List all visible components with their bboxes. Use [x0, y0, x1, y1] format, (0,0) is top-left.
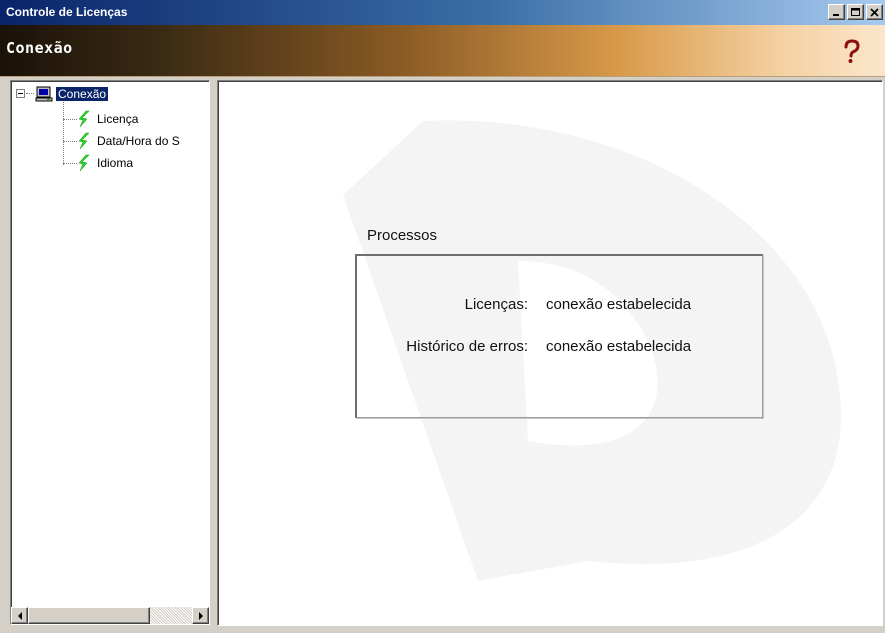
scrollbar-thumb[interactable]: [28, 607, 150, 624]
tree-collapse-toggle[interactable]: [16, 89, 25, 98]
computer-icon: [35, 86, 53, 102]
panel-splitter[interactable]: [210, 80, 217, 625]
process-row: Histórico de erros: conexão estabelecida: [357, 338, 763, 360]
maximize-icon: [851, 7, 860, 16]
process-label: Histórico de erros:: [406, 338, 528, 355]
navigation-tree: Conexão Licença Data/Hora do S Idioma: [11, 81, 209, 596]
tree-item-licenca[interactable]: Licença: [77, 109, 138, 129]
lightning-icon: [78, 132, 90, 150]
tree-connector: [63, 119, 77, 120]
tree-item-conexao[interactable]: Conexão: [35, 84, 110, 104]
help-question-icon[interactable]: [841, 39, 861, 65]
navigation-tree-panel: Conexão Licença Data/Hora do S Idioma: [10, 80, 210, 625]
processes-title: Processos: [367, 227, 438, 244]
minimize-icon: [833, 13, 839, 16]
section-title: Conexão: [6, 39, 73, 57]
process-row: Licenças: conexão estabelecida: [357, 296, 763, 318]
close-icon: [870, 7, 879, 17]
tree-connector: [26, 93, 34, 94]
section-header: Conexão: [0, 25, 885, 77]
tree-item-label: Licença: [97, 112, 139, 126]
tree-horizontal-scrollbar[interactable]: [11, 607, 209, 624]
lightning-icon: [78, 110, 90, 128]
maximize-button[interactable]: [847, 4, 864, 20]
tree-item-data-hora[interactable]: Data/Hora do S: [77, 131, 180, 151]
window-title: Controle de Licenças: [6, 4, 128, 19]
tree-item-label: Data/Hora do S: [97, 134, 180, 148]
tree-connector: [63, 163, 77, 164]
scroll-left-button[interactable]: [11, 607, 28, 624]
process-status: conexão estabelecida: [546, 296, 692, 313]
tree-item-label: Conexão: [54, 86, 110, 102]
tree-connector: [63, 141, 77, 142]
arrow-left-icon: [17, 611, 22, 620]
content-panel: Processos Licenças: conexão estabelecida…: [217, 80, 883, 626]
processes-groupbox: Licenças: conexão estabelecida Histórico…: [355, 254, 763, 418]
window-titlebar[interactable]: Controle de Licenças: [0, 0, 885, 25]
close-button[interactable]: [866, 4, 883, 20]
tree-item-idioma[interactable]: Idioma: [77, 153, 133, 173]
arrow-right-icon: [198, 611, 203, 620]
tree-connector: [63, 99, 64, 165]
process-status: conexão estabelecida: [546, 338, 692, 355]
tree-item-label: Idioma: [97, 156, 134, 170]
process-label: Licenças:: [464, 296, 528, 313]
minimize-button[interactable]: [828, 4, 845, 20]
window-controls: [828, 4, 883, 20]
scroll-right-button[interactable]: [192, 607, 209, 624]
lightning-icon: [78, 154, 90, 172]
